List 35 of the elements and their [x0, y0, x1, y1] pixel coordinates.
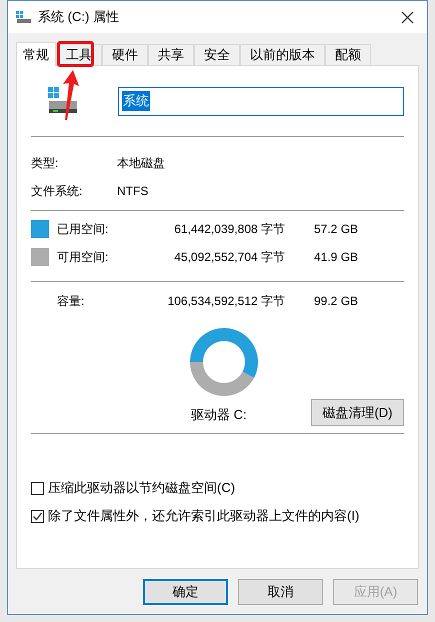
drive-icon: [15, 10, 33, 24]
checkbox-label: 压缩此驱动器以节约磁盘空间(C): [48, 479, 236, 498]
size-value: 99.2 GB: [314, 293, 358, 310]
field-value: 本地磁盘: [117, 155, 165, 172]
selected-text: 系统: [122, 91, 150, 111]
drive-icon: [48, 87, 78, 115]
legend-label: 可用空间:: [57, 249, 110, 266]
field-label: 类型:: [31, 155, 60, 172]
checkbox[interactable]: [31, 482, 44, 494]
name-field[interactable]: 系统: [118, 86, 404, 116]
drive-label: 驱动器 C:: [191, 406, 247, 424]
checkbox-label: 除了文件属性外，还允许索引此驱动器上文件的内容(I): [48, 507, 360, 526]
tab[interactable]: 以前的版本: [240, 44, 325, 65]
size-value: 57.2 GB: [314, 221, 358, 238]
size-value: 41.9 GB: [314, 249, 358, 266]
dialog-button[interactable]: 确定: [143, 579, 228, 605]
byte-count: 45,092,552,704 字节: [173, 249, 285, 266]
dialog-button[interactable]: 取消: [238, 579, 323, 605]
window-title: 系统 (C:) 属性: [38, 8, 119, 26]
field-label: 容量:: [57, 293, 86, 310]
close-icon: [400, 10, 414, 24]
disk-cleanup-button[interactable]: 磁盘清理(D): [311, 399, 404, 426]
field-value: NTFS: [117, 183, 148, 200]
tab[interactable]: 共享: [148, 44, 194, 65]
tab[interactable]: 配额: [325, 44, 371, 65]
tab[interactable]: 安全: [194, 44, 240, 65]
tab[interactable]: 常规: [16, 42, 56, 66]
byte-count: 106,534,592,512 字节: [166, 293, 285, 310]
checkbox[interactable]: [31, 510, 44, 522]
usage-donut-drawing: [188, 327, 258, 397]
legend-label: 已用空间:: [57, 221, 110, 238]
tab[interactable]: 硬件: [102, 44, 148, 65]
field-label: 文件系统:: [31, 183, 84, 200]
arrow-icon: [61, 70, 79, 120]
byte-count: 61,442,039,808 字节: [173, 221, 285, 238]
